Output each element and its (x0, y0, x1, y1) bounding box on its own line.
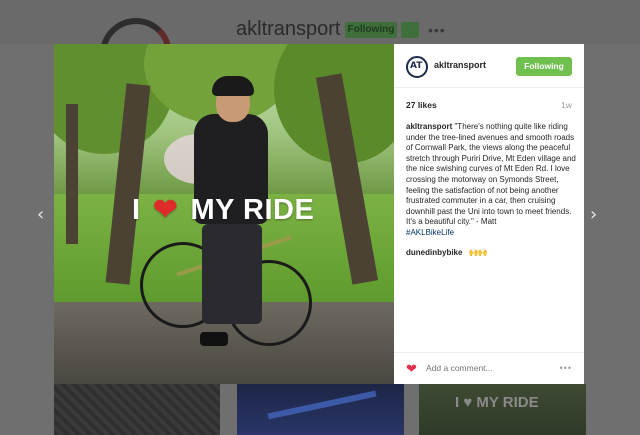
photo-rider-legs (202, 224, 262, 324)
caption-username[interactable]: akltransport (406, 122, 452, 131)
photo-overlay-text: I ❤ MY RIDE (132, 192, 314, 227)
comment-username[interactable]: dunedinbybike (406, 248, 462, 257)
like-heart-icon[interactable]: ❤ (406, 361, 417, 377)
post-age[interactable]: 1w (561, 100, 572, 110)
thumbnail-overlay-text: I ♥ MY RIDE (455, 394, 539, 411)
profile-more-options[interactable]: ••• (428, 22, 446, 38)
overlay-text-after: MY RIDE (190, 194, 315, 226)
overlay-text-before: I (132, 194, 141, 226)
photo-tree-trunk (66, 104, 78, 244)
more-options-icon[interactable]: ••• (560, 363, 572, 373)
profile-following-button[interactable]: Following (345, 22, 397, 38)
profile-dropdown-button[interactable] (401, 22, 419, 38)
heart-icon: ❤ (153, 194, 178, 226)
comment-emoji: 🙌🙌 (468, 248, 488, 257)
account-avatar[interactable]: AT (406, 56, 428, 78)
caption-text: "There's nothing quite like riding under… (406, 122, 576, 227)
profile-username: akltransport (236, 18, 341, 40)
comment: dunedinbybike 🙌🙌 (406, 248, 488, 257)
avatar-logo-text: AT (410, 61, 423, 71)
next-post-arrow-icon[interactable]: › (590, 204, 597, 225)
post-header: AT akltransport Following (394, 44, 584, 88)
grid-post-thumbnail[interactable] (54, 384, 220, 435)
photo-rider-helmet (212, 76, 254, 96)
grid-post-thumbnail[interactable]: I ♥ MY RIDE (419, 384, 586, 435)
post-username[interactable]: akltransport (434, 60, 486, 70)
post-caption: akltransport "There's nothing quite like… (406, 122, 576, 239)
following-button[interactable]: Following (516, 57, 572, 76)
caption-hashtag[interactable]: #AKLBikeLife (406, 228, 576, 239)
post-footer: ❤ ••• (394, 352, 584, 384)
likes-count[interactable]: 27 likes (406, 100, 437, 110)
thumbnail-light-trail (267, 390, 377, 420)
grid-post-thumbnail[interactable] (237, 384, 404, 435)
post-photo: I ❤ MY RIDE (54, 44, 394, 384)
post-modal: I ❤ MY RIDE AT akltransport Following 27… (54, 44, 584, 384)
add-comment-input[interactable] (426, 363, 546, 373)
previous-post-arrow-icon[interactable]: ‹ (37, 204, 44, 225)
photo-rider-shoe (200, 332, 228, 346)
post-side-panel: AT akltransport Following 27 likes 1w ak… (394, 44, 584, 384)
